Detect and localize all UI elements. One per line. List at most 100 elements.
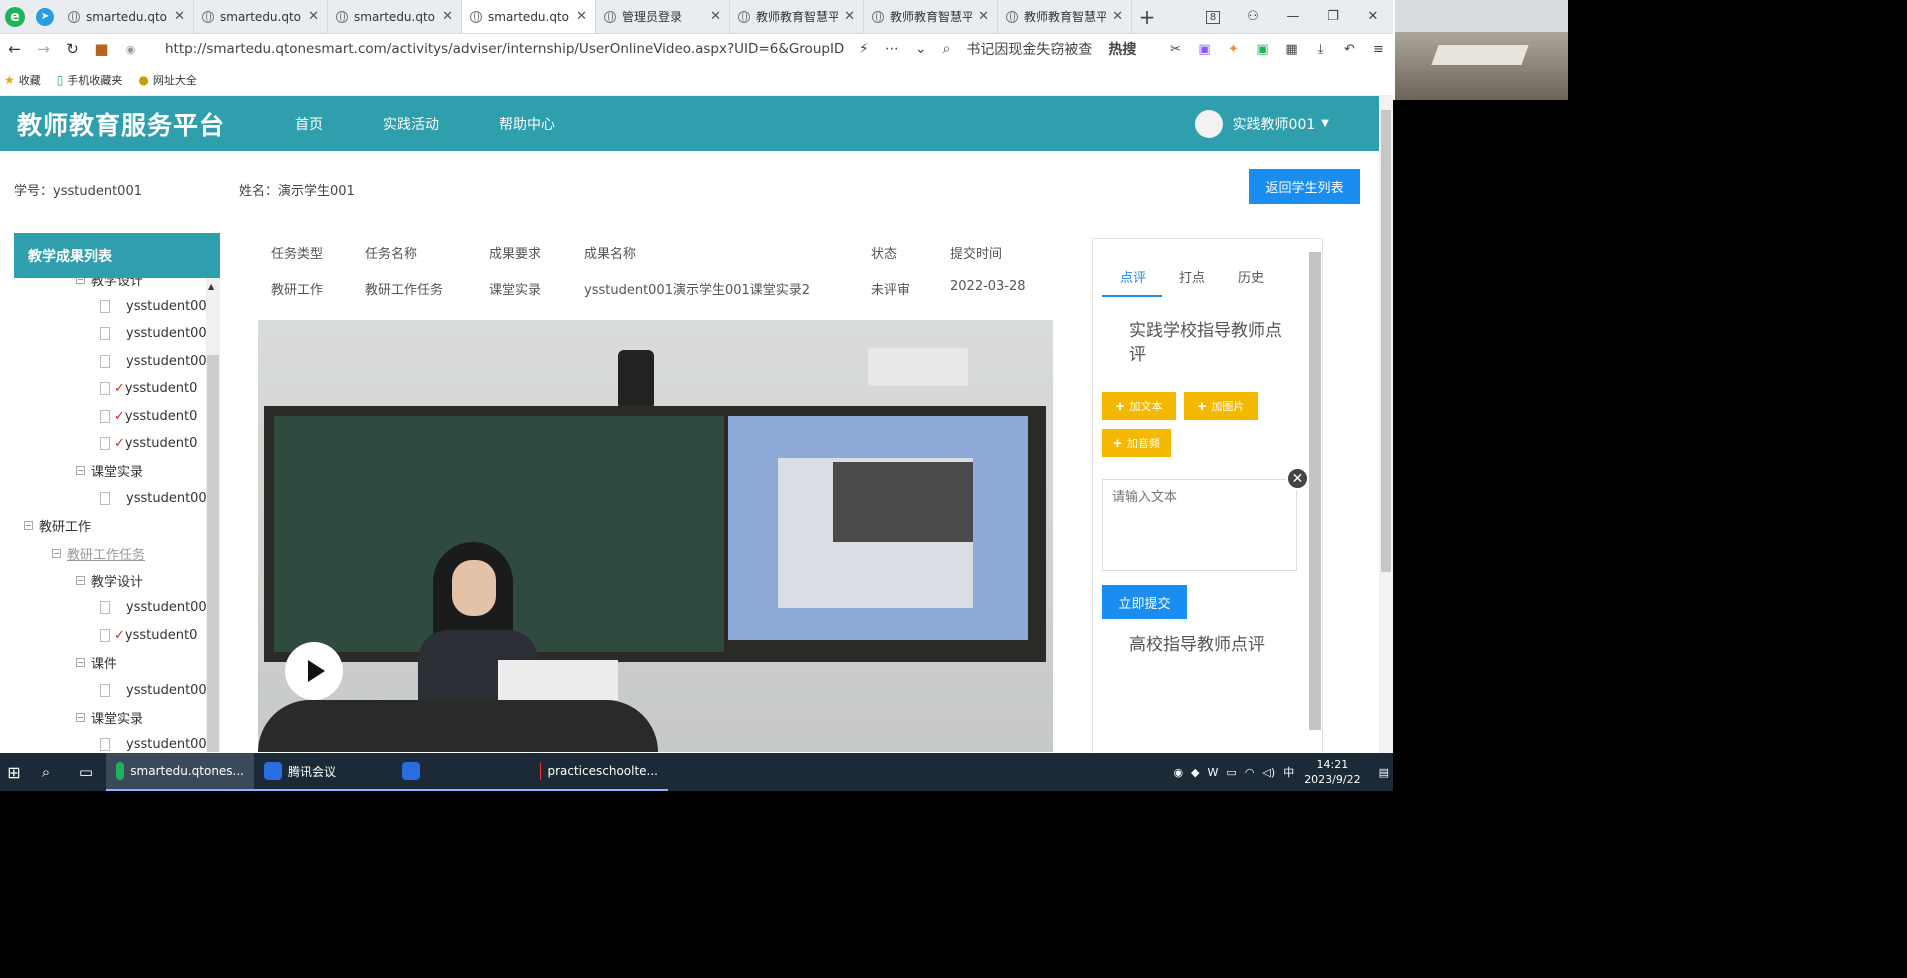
- tree-leaf[interactable]: ysstudent001: [100, 598, 206, 618]
- search-icon[interactable]: ⌕: [943, 41, 951, 57]
- shirt-icon[interactable]: ⚇: [1233, 9, 1273, 24]
- windows-start-icon[interactable]: ⊞: [2, 763, 26, 782]
- tab-mark[interactable]: 打点: [1179, 267, 1205, 286]
- browser-tab[interactable]: smartedu.qtonesmart.com ✕: [60, 0, 194, 33]
- tree-folder[interactable]: − 教研工作: [24, 516, 91, 536]
- browser-tab[interactable]: 教师教育智慧平台 ✕: [864, 0, 998, 33]
- browser-tab[interactable]: 管理员登录 ✕: [596, 0, 730, 33]
- battery-icon[interactable]: ▭: [1226, 766, 1236, 779]
- nav-help[interactable]: 帮助中心: [499, 114, 555, 134]
- close-tab-icon[interactable]: ✕: [978, 9, 989, 24]
- restore-button[interactable]: ❐: [1313, 9, 1353, 24]
- taskbar-app[interactable]: [392, 753, 530, 791]
- word-icon[interactable]: W: [1208, 766, 1219, 779]
- undo-icon[interactable]: ↶: [1335, 42, 1364, 57]
- tab-history[interactable]: 历史: [1238, 267, 1264, 286]
- taskbar-app[interactable]: 腾讯会议: [254, 753, 392, 791]
- tree-leaf[interactable]: ysstudent001: [100, 735, 206, 752]
- nav-practice[interactable]: 实践活动: [383, 114, 439, 134]
- back-to-list-button[interactable]: 返回学生列表: [1249, 169, 1360, 204]
- browser-tab[interactable]: 教师教育智慧平台 ✕: [730, 0, 864, 33]
- game-icon[interactable]: ✦: [1219, 42, 1248, 57]
- menu-icon[interactable]: ≡: [1364, 42, 1393, 57]
- tab-comment[interactable]: 点评: [1120, 267, 1146, 286]
- lightning-icon[interactable]: ⚡: [859, 41, 869, 57]
- collapse-icon[interactable]: −: [76, 658, 85, 668]
- tree-folder[interactable]: − 课堂实录: [76, 707, 143, 727]
- taskbar-app[interactable]: practiceschoolte...: [530, 753, 668, 791]
- tree-scrollbar[interactable]: ▲: [206, 278, 220, 752]
- download-icon[interactable]: ⤓: [1306, 42, 1335, 57]
- tree-scroll-thumb[interactable]: [207, 355, 219, 752]
- volume-icon[interactable]: ◁): [1262, 766, 1275, 779]
- submit-button[interactable]: 立即提交: [1102, 585, 1187, 619]
- tree-leaf[interactable]: ysstudent001: [100, 296, 206, 316]
- bookmark-item[interactable]: ● 网址大全: [138, 72, 196, 88]
- tree-folder[interactable]: − 教学设计: [76, 570, 143, 590]
- url-field[interactable]: http://smartedu.qtonesmart.com/activitys…: [165, 41, 845, 57]
- browser-tab[interactable]: smartedu.qtonesmart.com ✕: [462, 0, 596, 33]
- close-window-button[interactable]: ✕: [1353, 9, 1393, 24]
- add-text-button[interactable]: + 加文本: [1102, 392, 1176, 420]
- wifi-icon[interactable]: ◠: [1245, 766, 1255, 779]
- close-tab-icon[interactable]: ✕: [1112, 9, 1123, 24]
- close-tab-icon[interactable]: ✕: [442, 9, 453, 24]
- play-button[interactable]: [285, 642, 343, 700]
- site-logo[interactable]: 教师教育服务平台: [17, 106, 225, 142]
- taskbar-app[interactable]: smartedu.qtones...: [106, 753, 254, 791]
- page-scroll-thumb[interactable]: [1381, 110, 1391, 572]
- hot-search-label[interactable]: 热搜: [1108, 39, 1136, 59]
- chevron-down-icon[interactable]: ⌄: [915, 41, 927, 57]
- tree-leaf[interactable]: ysstudent001: [100, 351, 206, 371]
- collapse-icon[interactable]: −: [52, 548, 61, 558]
- tree-leaf[interactable]: ysstudent001: [100, 488, 206, 508]
- notification-icon[interactable]: ▤: [1379, 766, 1389, 779]
- add-audio-button[interactable]: + 加音频: [1102, 429, 1171, 457]
- video-player[interactable]: [258, 320, 1053, 752]
- collapse-icon[interactable]: −: [76, 575, 85, 585]
- edge-icon[interactable]: ◉: [1173, 766, 1183, 779]
- collapse-icon[interactable]: −: [76, 466, 85, 476]
- tree-leaf[interactable]: ✓ ysstudent0: [100, 379, 197, 399]
- new-tab-button[interactable]: +: [1132, 0, 1162, 33]
- browser-logo-icon[interactable]: e: [0, 0, 30, 33]
- more-icon[interactable]: ⋯: [885, 41, 899, 57]
- close-tab-icon[interactable]: ✕: [174, 9, 185, 24]
- forward-icon[interactable]: →: [29, 40, 58, 58]
- tree-folder[interactable]: − 课堂实录: [76, 461, 143, 481]
- security-icon[interactable]: ◉: [116, 43, 145, 56]
- tab-count-badge[interactable]: 8: [1193, 9, 1233, 24]
- search-hint[interactable]: 书记因现金失窃被查: [966, 39, 1092, 59]
- apps-grid-icon[interactable]: ▦: [1277, 42, 1306, 57]
- tree-folder[interactable]: − 教学设计: [76, 278, 143, 289]
- tree-folder[interactable]: − 教研工作任务: [52, 543, 145, 563]
- reload-icon[interactable]: ↻: [58, 40, 87, 58]
- clock[interactable]: 14:21 2023/9/22: [1304, 757, 1360, 787]
- translate-icon[interactable]: ▣: [1190, 42, 1219, 57]
- minimize-button[interactable]: —: [1273, 9, 1313, 24]
- tree-folder[interactable]: − 课件: [76, 653, 117, 673]
- close-tab-icon[interactable]: ✕: [308, 9, 319, 24]
- add-image-button[interactable]: + 加图片: [1184, 392, 1258, 420]
- tree-leaf[interactable]: ✓ ysstudent0: [100, 433, 197, 453]
- back-icon[interactable]: ←: [0, 40, 29, 58]
- scissors-icon[interactable]: ✂: [1161, 42, 1190, 57]
- desktop-icon[interactable]: ▭: [66, 763, 106, 781]
- comment-text-input[interactable]: [1102, 479, 1297, 571]
- tree-leaf[interactable]: ✓ ysstudent0: [100, 625, 197, 645]
- briefcase-icon[interactable]: ■: [87, 40, 116, 58]
- page-scrollbar[interactable]: [1379, 96, 1393, 753]
- nav-home[interactable]: 首页: [295, 114, 323, 134]
- wechat-icon[interactable]: ▣: [1248, 42, 1277, 57]
- collapse-icon[interactable]: −: [24, 521, 33, 531]
- close-tab-icon[interactable]: ✕: [710, 9, 721, 24]
- comment-scrollbar[interactable]: [1309, 252, 1321, 730]
- close-icon[interactable]: ✕: [1286, 467, 1309, 490]
- meeting-icon[interactable]: ◆: [1191, 766, 1199, 779]
- collapse-icon[interactable]: −: [76, 712, 85, 722]
- collapse-icon[interactable]: −: [76, 278, 85, 284]
- search-icon[interactable]: ⌕: [26, 763, 66, 781]
- close-tab-icon[interactable]: ✕: [576, 9, 587, 24]
- send-icon[interactable]: ➤: [30, 0, 60, 33]
- tree-leaf[interactable]: ysstudent001: [100, 680, 206, 700]
